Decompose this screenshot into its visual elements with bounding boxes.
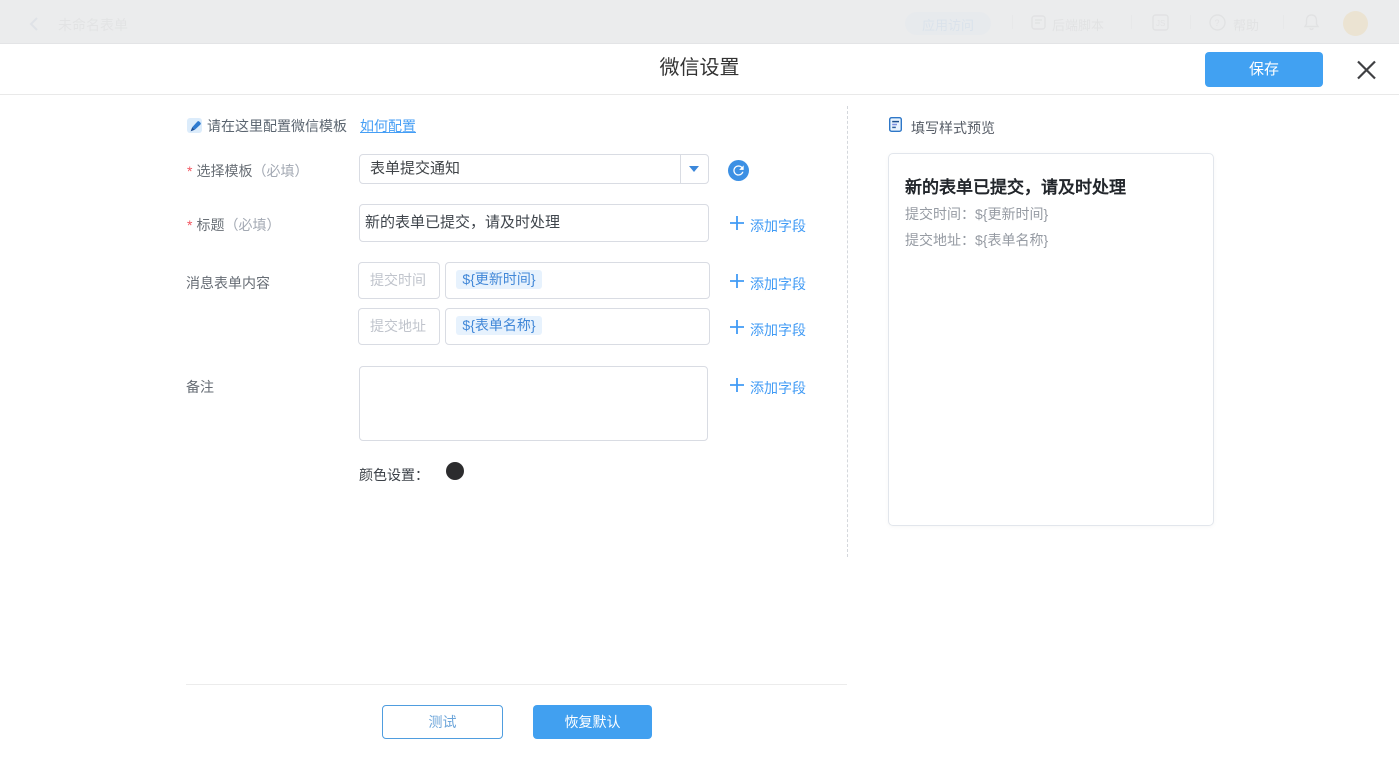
svg-text:JS: JS (1156, 19, 1165, 28)
svg-text:?: ? (1215, 18, 1220, 28)
